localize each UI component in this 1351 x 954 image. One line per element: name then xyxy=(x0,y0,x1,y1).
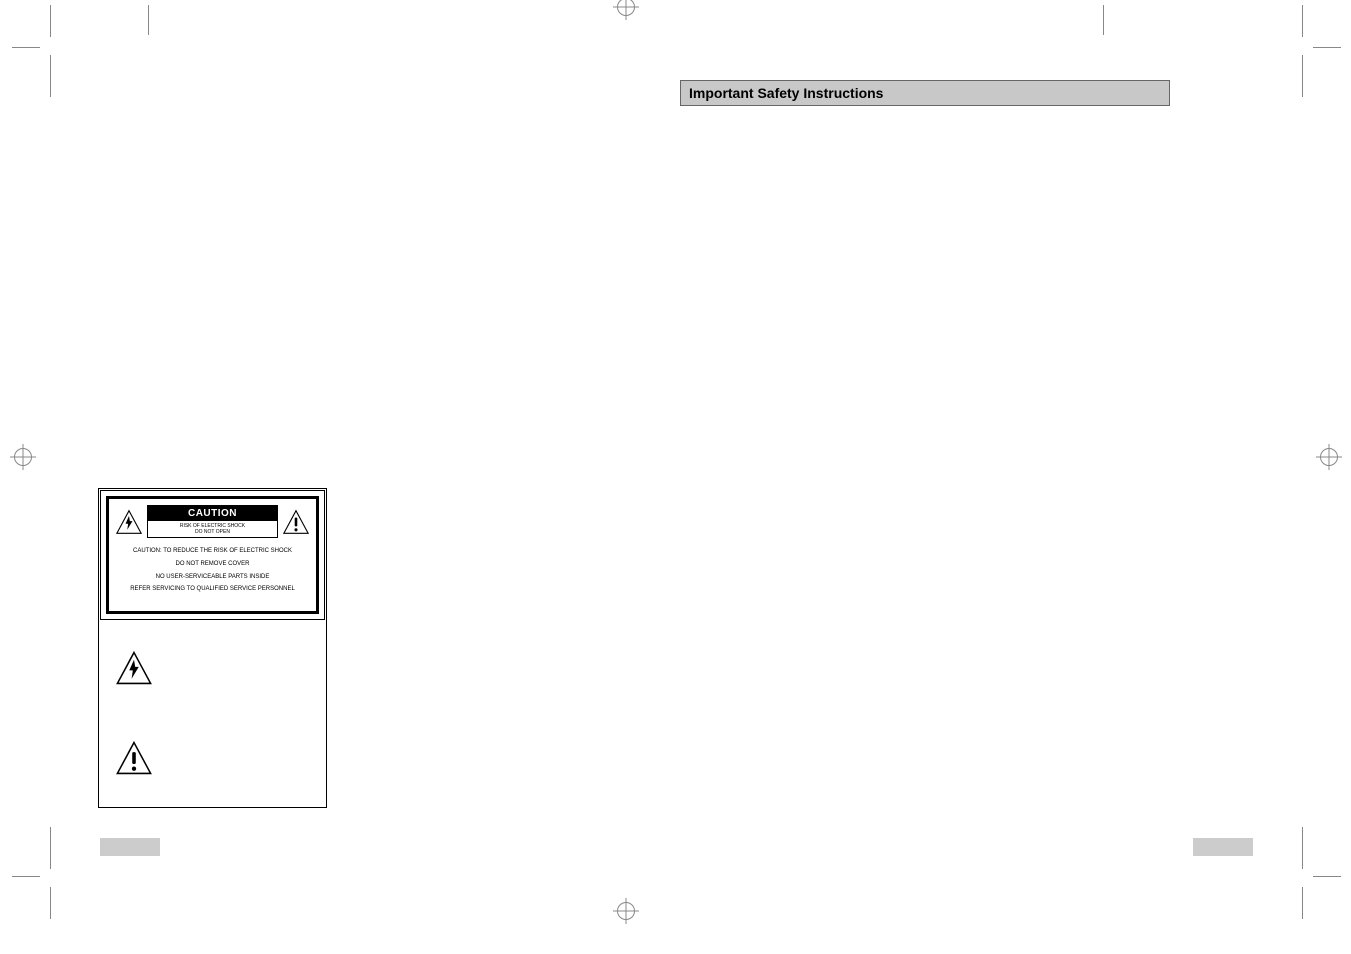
caution-body-line: NO USER-SERVICEABLE PARTS INSIDE xyxy=(119,574,306,582)
caution-body-text: CAUTION: TO REDUCE THE RISK OF ELECTRIC … xyxy=(115,548,310,605)
caution-top-row: CAUTION RISK OF ELECTRIC SHOCK DO NOT OP… xyxy=(115,505,310,538)
caution-subtitle: RISK OF ELECTRIC SHOCK DO NOT OPEN xyxy=(148,521,277,537)
registration-mark-right xyxy=(1320,448,1338,466)
caution-title: CAUTION xyxy=(148,506,277,521)
lightning-bolt-triangle-icon xyxy=(115,650,153,686)
exclamation-triangle-icon xyxy=(282,509,310,535)
page-divider-top xyxy=(1103,5,1104,35)
registration-mark-left xyxy=(14,448,32,466)
caution-inner-border: CAUTION RISK OF ELECTRIC SHOCK DO NOT OP… xyxy=(106,496,319,614)
exclamation-triangle-icon xyxy=(115,740,153,776)
section-header-title: Important Safety Instructions xyxy=(689,85,883,101)
caution-body-line: DO NOT REMOVE COVER xyxy=(119,561,306,569)
footer-mark-right xyxy=(1193,838,1253,856)
caution-warning-box: CAUTION RISK OF ELECTRIC SHOCK DO NOT OP… xyxy=(100,490,325,620)
registration-mark-bottom xyxy=(617,902,635,920)
section-header: Important Safety Instructions xyxy=(680,80,1170,106)
caution-body-line: REFER SERVICING TO QUALIFIED SERVICE PER… xyxy=(119,586,306,594)
page-divider-top-2 xyxy=(148,5,149,35)
caution-body-line: CAUTION: TO REDUCE THE RISK OF ELECTRIC … xyxy=(119,548,306,556)
registration-mark-top xyxy=(617,0,635,16)
caution-label-box: CAUTION RISK OF ELECTRIC SHOCK DO NOT OP… xyxy=(147,505,278,538)
footer-mark-left xyxy=(100,838,160,856)
lightning-bolt-triangle-icon xyxy=(115,509,143,535)
